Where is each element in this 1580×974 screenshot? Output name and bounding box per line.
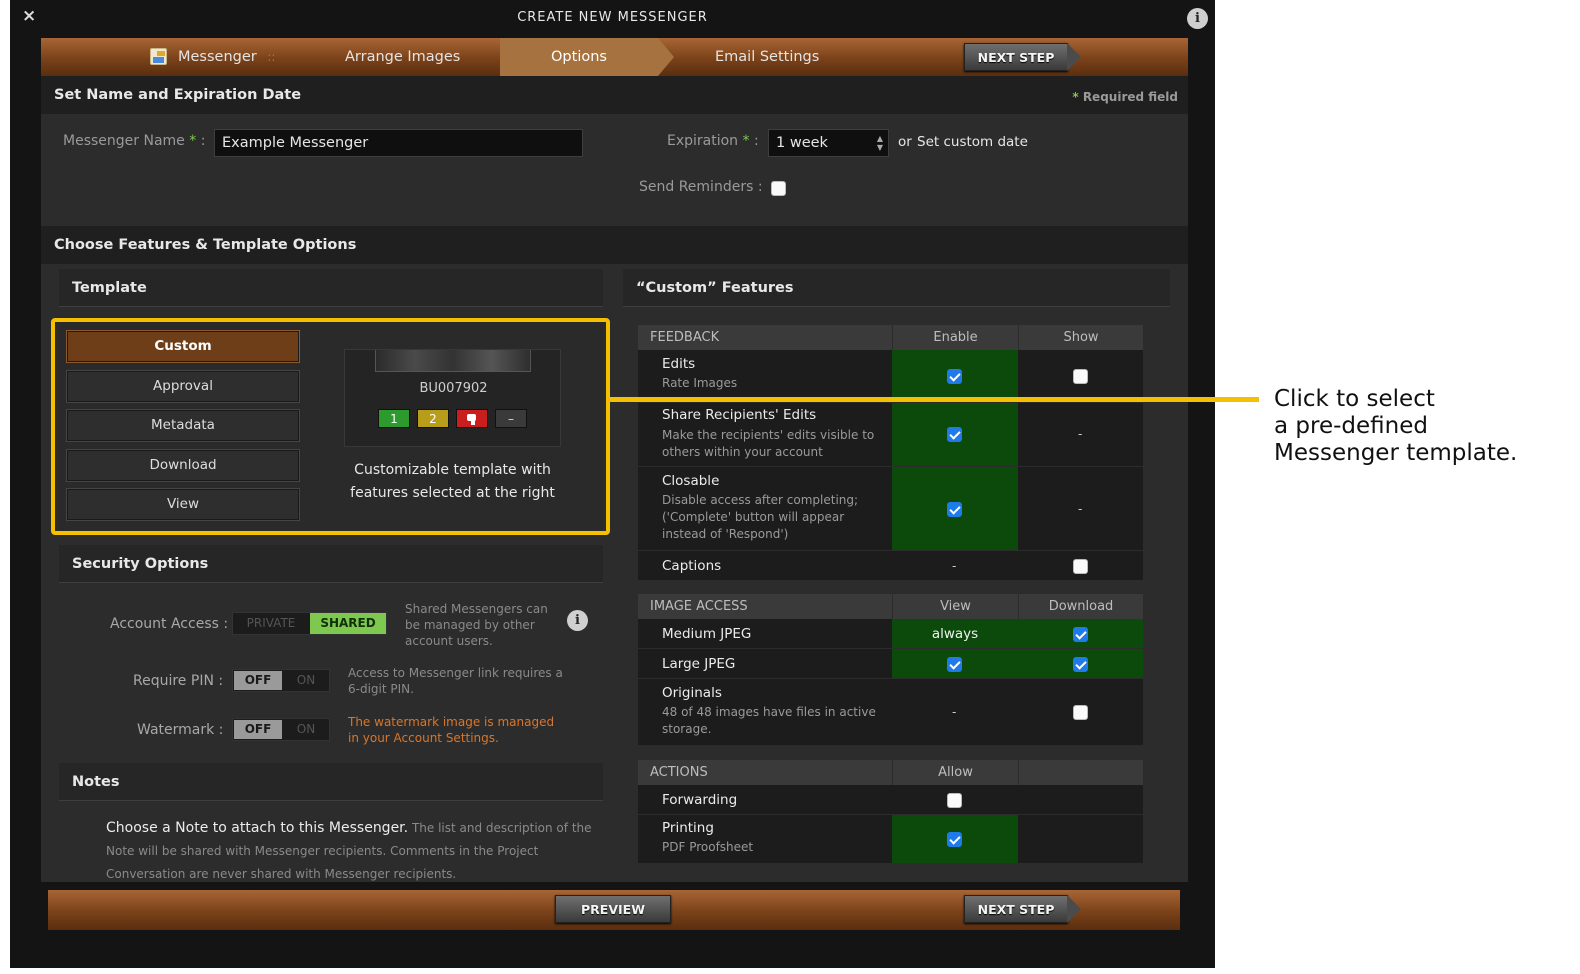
preview-button[interactable]: PREVIEW bbox=[555, 895, 671, 923]
name-section-title: Set Name and Expiration Date bbox=[54, 87, 302, 103]
step-arrange-images[interactable]: Arrange Images bbox=[345, 38, 460, 76]
stepper-arrows-icon: ▲ ▼ bbox=[876, 134, 883, 152]
feedback-table-header: FEEDBACK Enable Show bbox=[638, 325, 1143, 350]
require-pin-help: Access to Messenger link requires a 6-di… bbox=[348, 666, 563, 696]
pin-on-option[interactable]: ON bbox=[283, 670, 329, 691]
step-separator: :: bbox=[267, 50, 276, 64]
forwarding-allow-checkbox[interactable] bbox=[947, 793, 962, 808]
callout-line bbox=[610, 397, 1259, 402]
captions-show-checkbox[interactable] bbox=[1073, 559, 1088, 574]
custom-features-header: “Custom” Features bbox=[623, 269, 1170, 307]
account-access-help: Shared Messengers can be managed by othe… bbox=[405, 602, 548, 648]
printing-allow-checkbox[interactable] bbox=[947, 832, 962, 847]
watermark-on-option[interactable]: ON bbox=[283, 719, 329, 740]
pin-off-option[interactable]: OFF bbox=[234, 671, 282, 690]
feature-row-edits: Edits Rate Images bbox=[638, 350, 1143, 403]
notes-text: Choose a Note to attach to this Messenge… bbox=[106, 817, 596, 886]
messenger-name-label: Messenger Name * : bbox=[63, 133, 206, 149]
send-reminders-checkbox[interactable] bbox=[771, 181, 786, 196]
template-header: Template bbox=[59, 269, 603, 307]
messenger-icon bbox=[150, 48, 167, 65]
access-row-medium-jpeg: Medium JPEG always bbox=[638, 619, 1143, 649]
custom-features-quoted: “Custom” bbox=[636, 280, 717, 296]
security-header: Security Options bbox=[59, 545, 603, 583]
notes-header: Notes bbox=[59, 763, 603, 801]
bottom-action-bar: PREVIEW NEXT STEP bbox=[48, 890, 1180, 930]
step-email-settings[interactable]: Email Settings bbox=[715, 38, 819, 76]
originals-view-na: - bbox=[952, 705, 957, 719]
access-row-large-jpeg: Large JPEG bbox=[638, 649, 1143, 679]
edits-show-checkbox[interactable] bbox=[1073, 369, 1088, 384]
medium-download-checkbox[interactable] bbox=[1073, 627, 1088, 642]
send-reminders-label: Send Reminders : bbox=[639, 179, 763, 195]
expiration-label: Expiration * : bbox=[667, 133, 759, 149]
closable-show-na: - bbox=[1078, 502, 1083, 516]
info-icon[interactable]: i bbox=[1187, 8, 1208, 29]
step-messenger-label: Messenger bbox=[178, 49, 257, 65]
shared-option[interactable]: SHARED bbox=[310, 613, 386, 634]
large-download-checkbox[interactable] bbox=[1073, 657, 1088, 672]
private-option[interactable]: PRIVATE bbox=[233, 613, 309, 634]
features-section-header: Choose Features & Template Options bbox=[41, 226, 1188, 264]
share-edits-show-na: - bbox=[1078, 427, 1083, 441]
require-pin-toggle[interactable]: OFF ON bbox=[232, 669, 330, 692]
access-row-originals: Originals 48 of 48 images have files in … bbox=[638, 679, 1143, 746]
next-step-button-top[interactable]: NEXT STEP bbox=[964, 43, 1081, 71]
feature-row-closable: Closable Disable access after completing… bbox=[638, 467, 1143, 551]
step-bar: Messenger :: Arrange Images Options Emai… bbox=[41, 38, 1188, 76]
watermark-label: Watermark : bbox=[137, 722, 224, 738]
title-bar: × CREATE NEW MESSENGER i bbox=[10, 0, 1215, 36]
expiration-select[interactable]: 1 week ▲ ▼ bbox=[768, 129, 889, 157]
image-access-table-header: IMAGE ACCESS View Download bbox=[638, 594, 1143, 619]
closable-enable-checkbox[interactable] bbox=[947, 502, 962, 517]
step-options[interactable]: Options bbox=[500, 38, 674, 76]
captions-enable-na: - bbox=[952, 559, 957, 573]
callout-text: Click to select a pre-defined Messenger … bbox=[1274, 386, 1518, 466]
custom-features-rest: Features bbox=[721, 280, 794, 296]
action-row-printing: Printing PDF Proofsheet bbox=[638, 815, 1143, 864]
messenger-name-input[interactable]: Example Messenger bbox=[214, 129, 583, 157]
account-access-toggle[interactable]: PRIVATE SHARED bbox=[232, 612, 387, 635]
name-section-header: Set Name and Expiration Date * Required … bbox=[41, 76, 1188, 114]
watermark-off-option[interactable]: OFF bbox=[234, 720, 282, 739]
edits-enable-checkbox[interactable] bbox=[947, 369, 962, 384]
required-field-note: * Required field bbox=[1072, 90, 1178, 104]
account-info-icon[interactable]: i bbox=[567, 610, 588, 631]
actions-table-header: ACTIONS Allow bbox=[638, 760, 1143, 785]
feature-row-captions: Captions - bbox=[638, 551, 1143, 581]
next-step-button-bottom[interactable]: NEXT STEP bbox=[964, 895, 1081, 923]
template-highlight-frame bbox=[51, 318, 610, 535]
medium-view-always: always bbox=[931, 626, 979, 642]
watermark-help-link[interactable]: The watermark image is managed in your A… bbox=[348, 714, 568, 746]
set-custom-date-link[interactable]: Set custom date bbox=[917, 134, 1028, 150]
require-pin-label: Require PIN : bbox=[133, 673, 224, 689]
watermark-toggle[interactable]: OFF ON bbox=[232, 718, 330, 741]
action-row-forwarding: Forwarding bbox=[638, 785, 1143, 815]
feature-row-share-edits: Share Recipients' Edits Make the recipie… bbox=[638, 403, 1143, 467]
or-text: or bbox=[898, 134, 912, 150]
notes-lead: Choose a Note to attach to this Messenge… bbox=[106, 820, 409, 836]
originals-download-checkbox[interactable] bbox=[1073, 705, 1088, 720]
large-view-checkbox[interactable] bbox=[947, 657, 962, 672]
share-edits-enable-checkbox[interactable] bbox=[947, 427, 962, 442]
account-access-label: Account Access : bbox=[110, 616, 229, 632]
dialog-title: CREATE NEW MESSENGER bbox=[517, 10, 708, 25]
step-messenger[interactable]: Messenger :: bbox=[178, 38, 275, 76]
